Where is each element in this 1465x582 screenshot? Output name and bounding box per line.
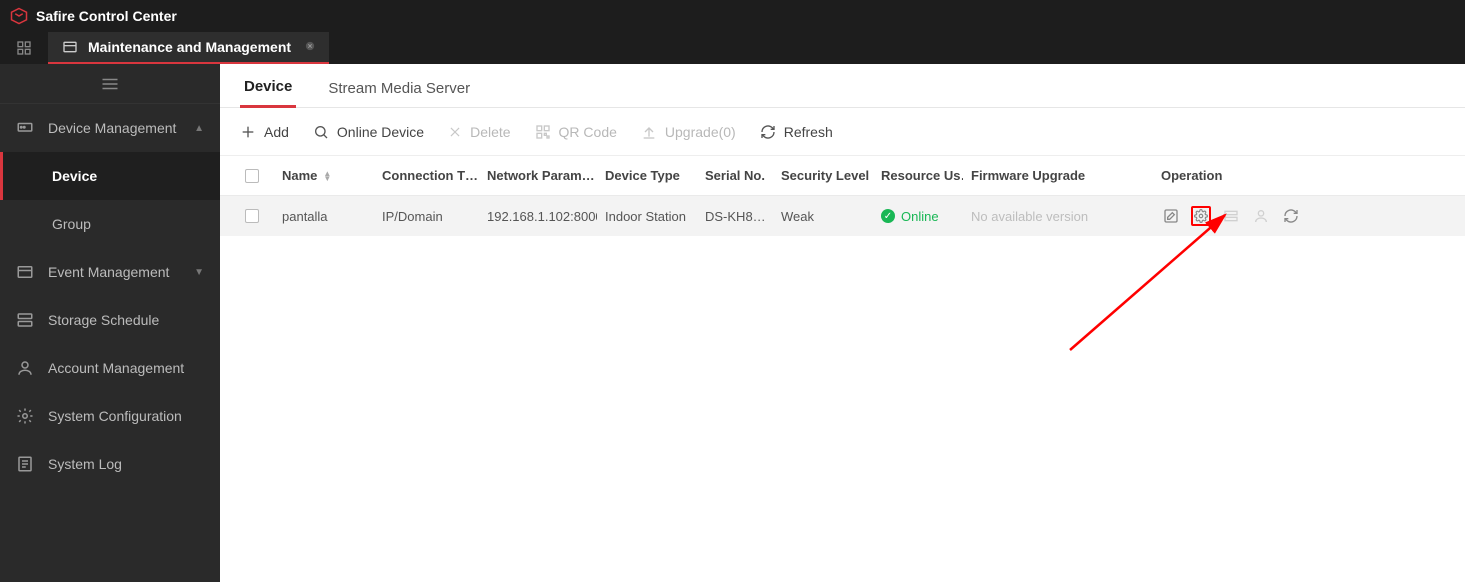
col-device-type[interactable]: Device Type (597, 168, 697, 183)
sidebar-item-device[interactable]: Device (0, 152, 220, 200)
close-icon[interactable] (305, 40, 315, 54)
cell-serial: DS-KH8… (697, 209, 773, 224)
cell-value: IP/Domain (382, 209, 443, 224)
cell-name: pantalla (274, 209, 374, 224)
sidebar-label: System Log (48, 456, 122, 472)
cell-network: 192.168.1.102:8000 (479, 209, 597, 224)
col-label: Serial No. (705, 168, 765, 183)
cell-value: DS-KH8… (705, 209, 766, 224)
gear-icon[interactable] (1191, 206, 1211, 226)
col-resource[interactable]: Resource Us… (873, 168, 963, 183)
delete-button[interactable]: Delete (448, 124, 510, 140)
sidebar-label: System Configuration (48, 408, 182, 424)
button-label: QR Code (559, 124, 617, 140)
cell-firmware: No available version (963, 209, 1153, 224)
col-security[interactable]: Security Level (773, 168, 873, 183)
col-label: Network Param… (487, 168, 595, 183)
cell-value: No available version (971, 209, 1088, 224)
cell-security: Weak (773, 209, 873, 224)
toolbar: Add Online Device Delete QR Code Upgrade… (220, 108, 1465, 156)
col-label: Resource Us… (881, 168, 963, 183)
sidebar-item-system-configuration[interactable]: System Configuration (0, 392, 220, 440)
chevron-up-icon: ▲ (194, 123, 204, 134)
qr-code-button[interactable]: QR Code (535, 124, 617, 140)
home-button[interactable] (0, 32, 48, 64)
add-button[interactable]: Add (240, 124, 289, 140)
main-area: Device Management ▲ Device Group Event M… (0, 64, 1465, 582)
row-checkbox[interactable] (245, 209, 259, 223)
cell-value: Weak (781, 209, 814, 224)
cell-connection: IP/Domain (374, 209, 479, 224)
cell-value: Indoor Station (605, 209, 686, 224)
maintenance-icon (62, 39, 78, 55)
subtab-label: Device (244, 78, 292, 95)
col-label: Security Level (781, 168, 869, 183)
col-label: Firmware Upgrade (971, 168, 1085, 183)
cell-operation (1153, 206, 1323, 226)
tab-maintenance[interactable]: Maintenance and Management (48, 32, 329, 64)
chevron-down-icon: ▼ (194, 267, 204, 278)
online-device-button[interactable]: Online Device (313, 124, 424, 140)
status-text: Online (901, 209, 939, 224)
col-label: Name (282, 168, 317, 183)
cell-device-type: Indoor Station (597, 209, 697, 224)
app-title: Safire Control Center (36, 8, 177, 24)
col-connection[interactable]: Connection T… (374, 168, 479, 183)
refresh-button[interactable]: Refresh (760, 124, 833, 140)
button-label: Add (264, 124, 289, 140)
sidebar-label: Device (52, 168, 97, 184)
upgrade-button[interactable]: Upgrade(0) (641, 124, 736, 140)
sidebar-label: Event Management (48, 264, 169, 280)
subtab-label: Stream Media Server (328, 80, 470, 97)
select-all-checkbox[interactable] (245, 169, 259, 183)
sidebar-item-storage-schedule[interactable]: Storage Schedule (0, 296, 220, 344)
sidebar-item-device-management[interactable]: Device Management ▲ (0, 104, 220, 152)
sidebar-item-account-management[interactable]: Account Management (0, 344, 220, 392)
col-serial[interactable]: Serial No. (697, 168, 773, 183)
col-network[interactable]: Network Param… (479, 168, 597, 183)
subtab-stream-media-server[interactable]: Stream Media Server (324, 80, 474, 107)
sidebar-item-system-log[interactable]: System Log (0, 440, 220, 488)
col-label: Device Type (605, 168, 680, 183)
title-bar: Safire Control Center (0, 0, 1465, 32)
device-table: Name ▲▼ Connection T… Network Param… Dev… (220, 156, 1465, 236)
button-label: Delete (470, 124, 510, 140)
refresh-row-icon[interactable] (1281, 206, 1301, 226)
sidebar: Device Management ▲ Device Group Event M… (0, 64, 220, 582)
check-circle-icon: ✓ (881, 209, 895, 223)
edit-icon[interactable] (1161, 206, 1181, 226)
content-tabs: Device Stream Media Server (220, 64, 1465, 108)
sidebar-label: Group (52, 216, 91, 232)
sidebar-item-event-management[interactable]: Event Management ▼ (0, 248, 220, 296)
content: Device Stream Media Server Add Online De… (220, 64, 1465, 582)
col-name[interactable]: Name ▲▼ (274, 168, 374, 183)
app-logo-icon (10, 7, 28, 25)
sidebar-label: Storage Schedule (48, 312, 159, 328)
cell-value: pantalla (282, 209, 328, 224)
sidebar-item-group[interactable]: Group (0, 200, 220, 248)
sidebar-label: Device Management (48, 120, 176, 136)
cell-value: 192.168.1.102:8000 (487, 209, 597, 224)
storage-icon[interactable] (1221, 206, 1241, 226)
sidebar-collapse-button[interactable] (0, 64, 220, 104)
col-firmware[interactable]: Firmware Upgrade (963, 168, 1153, 183)
button-label: Upgrade(0) (665, 124, 736, 140)
user-icon[interactable] (1251, 206, 1271, 226)
sidebar-label: Account Management (48, 360, 184, 376)
col-label: Operation (1161, 168, 1222, 183)
table-row: pantalla IP/Domain 192.168.1.102:8000 In… (220, 196, 1465, 236)
button-label: Refresh (784, 124, 833, 140)
sort-icon: ▲▼ (323, 171, 331, 181)
cell-resource: ✓ Online (873, 209, 963, 224)
tab-strip: Maintenance and Management (0, 32, 1465, 64)
col-operation: Operation (1153, 168, 1323, 183)
tab-label: Maintenance and Management (88, 39, 291, 55)
col-label: Connection T… (382, 168, 478, 183)
button-label: Online Device (337, 124, 424, 140)
subtab-device[interactable]: Device (240, 78, 296, 108)
table-header: Name ▲▼ Connection T… Network Param… Dev… (220, 156, 1465, 196)
